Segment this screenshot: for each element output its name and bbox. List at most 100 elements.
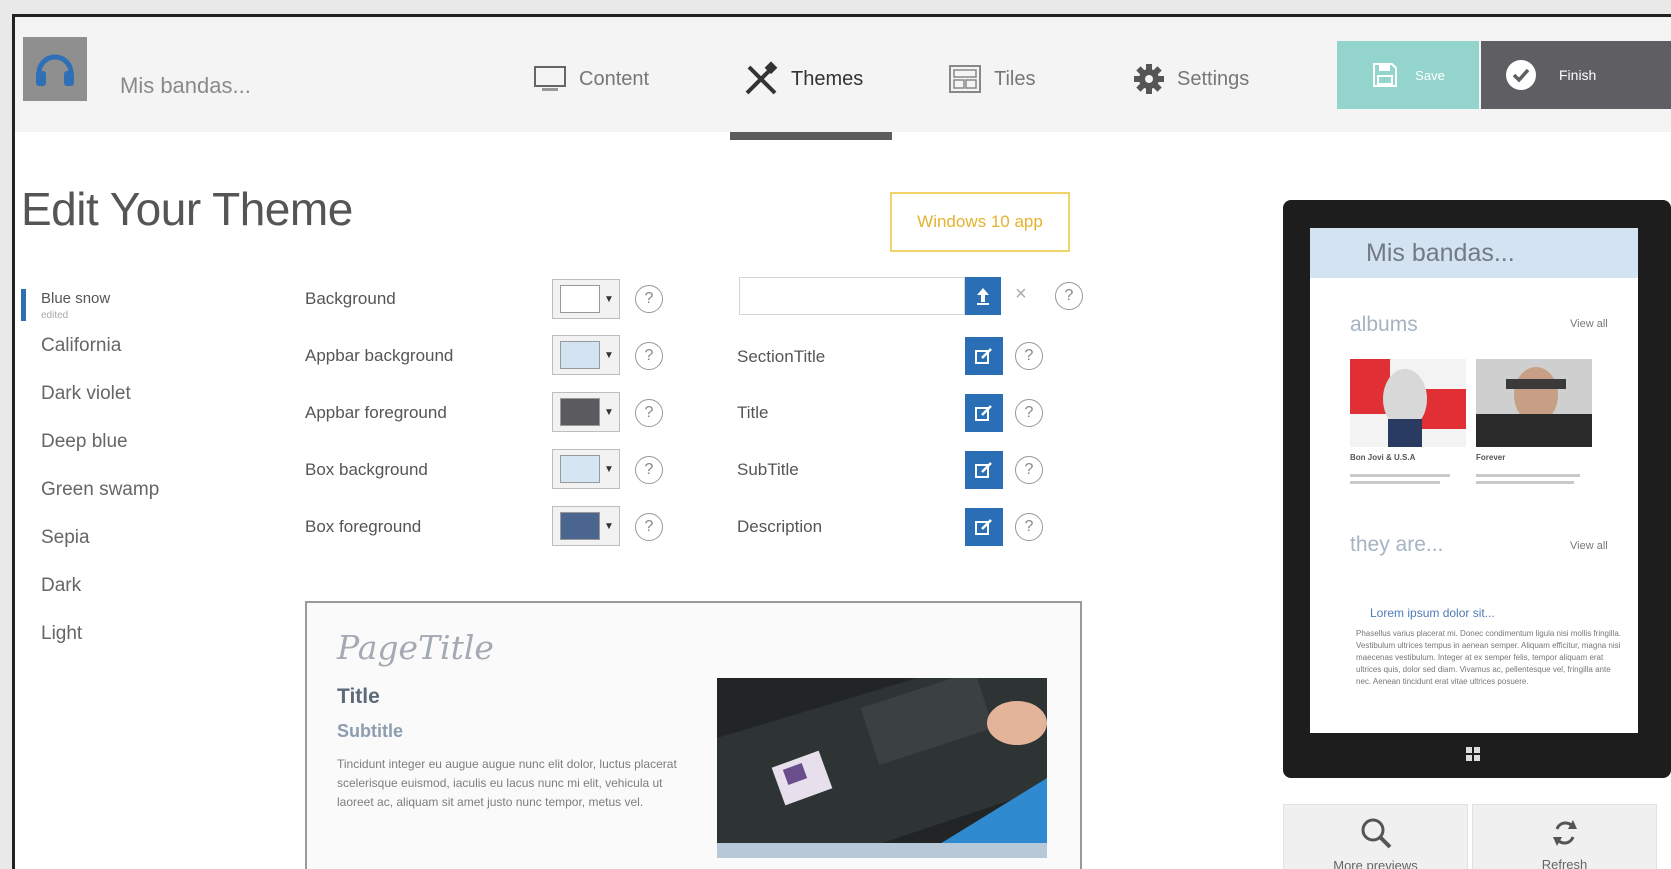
tablet-article-body: Phasellus varius placerat mi. Donec cond…: [1356, 629, 1621, 686]
edit-title-button[interactable]: [965, 394, 1003, 432]
theme-item-dark[interactable]: Dark: [15, 575, 215, 623]
background-image-url-input[interactable]: [739, 277, 965, 315]
refresh-button[interactable]: Refresh: [1472, 804, 1657, 869]
help-icon[interactable]: ?: [635, 399, 663, 427]
tools-icon: [745, 61, 778, 95]
help-icon[interactable]: ?: [635, 456, 663, 484]
refresh-label: Refresh: [1541, 856, 1588, 869]
box-foreground-color-picker[interactable]: ▼: [552, 506, 620, 546]
tablet-view-all-link[interactable]: View all: [1570, 318, 1608, 330]
theme-item-california[interactable]: California: [15, 335, 215, 383]
save-label: Save: [1415, 67, 1445, 83]
tab-themes-label: Themes: [791, 67, 864, 90]
tablet-section-they-are: they are...: [1350, 533, 1444, 556]
tab-content[interactable]: Content: [533, 59, 649, 99]
edit-description-button[interactable]: [965, 508, 1003, 546]
tablet-album-title: Bon Jovi & U.S.A: [1350, 453, 1416, 462]
app-window: Mis bandas... Content Themes Tiles Setti…: [12, 14, 1671, 869]
color-swatch: [560, 285, 600, 313]
tablet-preview: Mis bandas... albums View all Bon Jovi &…: [1283, 200, 1671, 778]
edit-subtitle-button[interactable]: [965, 451, 1003, 489]
theme-item-sepia[interactable]: Sepia: [15, 527, 215, 575]
help-icon[interactable]: ?: [1015, 513, 1043, 541]
page-title: Edit Your Theme: [21, 183, 353, 235]
save-button[interactable]: Save: [1337, 41, 1479, 109]
check-circle-icon: [1506, 60, 1536, 90]
monitor-icon: [534, 66, 566, 91]
windows-10-app-badge[interactable]: Windows 10 app: [890, 192, 1070, 252]
help-icon[interactable]: ?: [1015, 342, 1043, 370]
help-icon[interactable]: ?: [635, 285, 663, 313]
theme-item-sublabel: edited: [41, 310, 69, 321]
clear-icon[interactable]: ×: [1015, 283, 1027, 306]
help-icon[interactable]: ?: [635, 342, 663, 370]
chevron-down-icon: ▼: [604, 463, 614, 475]
chevron-down-icon: ▼: [604, 406, 614, 418]
box-background-color-picker[interactable]: ▼: [552, 449, 620, 489]
tablet-article-link[interactable]: Lorem ipsum dolor sit...: [1370, 606, 1495, 620]
edit-icon: [975, 519, 992, 535]
appbar-background-label: Appbar background: [305, 346, 454, 365]
tablet-album-thumb[interactable]: [1350, 359, 1466, 447]
tab-settings[interactable]: Settings: [1133, 59, 1249, 99]
tablet-album-title: Forever: [1476, 453, 1506, 462]
theme-item-light[interactable]: Light: [15, 623, 215, 671]
preview-subtitle: Subtitle: [337, 721, 403, 741]
tab-settings-label: Settings: [1177, 67, 1250, 90]
tablet-app-title: Mis bandas...: [1310, 228, 1638, 278]
tablet-section-albums: albums: [1350, 313, 1418, 336]
active-tab-indicator: [730, 132, 892, 140]
finish-label: Finish: [1559, 67, 1597, 83]
tiles-icon: [949, 65, 981, 93]
appbar-foreground-label: Appbar foreground: [305, 403, 447, 422]
preview-page-title: PageTitle: [337, 628, 494, 667]
theme-item-dark-violet[interactable]: Dark violet: [15, 383, 215, 431]
theme-item-blue-snow[interactable]: Blue snow edited: [15, 287, 215, 335]
tab-themes[interactable]: Themes: [743, 59, 863, 99]
theme-item-green-swamp[interactable]: Green swamp: [15, 479, 215, 527]
box-background-label: Box background: [305, 460, 428, 479]
more-previews-button[interactable]: More previews: [1283, 804, 1468, 869]
headphones-icon[interactable]: [23, 37, 87, 101]
edit-icon: [975, 405, 992, 421]
top-app-bar: Mis bandas... Content Themes Tiles Setti…: [15, 17, 1671, 132]
color-swatch: [560, 398, 600, 426]
chevron-down-icon: ▼: [604, 349, 614, 361]
theme-item-deep-blue[interactable]: Deep blue: [15, 431, 215, 479]
tab-tiles[interactable]: Tiles: [948, 59, 1035, 99]
help-icon[interactable]: ?: [1055, 282, 1083, 310]
description-style-label: Description: [737, 517, 823, 536]
edit-icon: [975, 462, 992, 478]
preview-description: Tincidunt integer eu augue augue nunc el…: [337, 757, 677, 809]
tab-content-label: Content: [579, 67, 650, 90]
appbar-background-color-picker[interactable]: ▼: [552, 335, 620, 375]
tablet-view-all-link[interactable]: View all: [1570, 540, 1608, 552]
upload-button[interactable]: [965, 277, 1001, 315]
chevron-down-icon: ▼: [604, 293, 614, 305]
title-style-label: Title: [737, 403, 769, 422]
refresh-icon: [1552, 819, 1577, 846]
theme-item-label: Blue snow: [41, 290, 111, 307]
tablet-caption-line: [1350, 474, 1450, 477]
help-icon[interactable]: ?: [635, 513, 663, 541]
floppy-icon: [1373, 63, 1398, 87]
background-color-picker[interactable]: ▼: [552, 279, 620, 319]
preview-title: Title: [337, 685, 380, 708]
app-name: Mis bandas...: [120, 73, 251, 98]
edit-section-title-button[interactable]: [965, 337, 1003, 375]
windows-logo-icon[interactable]: [1466, 747, 1480, 761]
gear-icon: [1134, 64, 1164, 94]
appbar-foreground-color-picker[interactable]: ▼: [552, 392, 620, 432]
help-icon[interactable]: ?: [1015, 456, 1043, 484]
section-title-label: SectionTitle: [737, 347, 826, 366]
tablet-album-thumb[interactable]: [1476, 359, 1592, 447]
help-icon[interactable]: ?: [1015, 399, 1043, 427]
theme-list: Blue snow edited California Dark violet …: [15, 287, 215, 671]
box-foreground-label: Box foreground: [305, 517, 422, 536]
more-previews-label: More previews: [1333, 857, 1418, 869]
tablet-caption-line: [1476, 481, 1574, 484]
color-swatch: [560, 341, 600, 369]
finish-button[interactable]: Finish: [1481, 41, 1671, 109]
search-icon: [1361, 818, 1391, 848]
color-swatch: [560, 512, 600, 540]
